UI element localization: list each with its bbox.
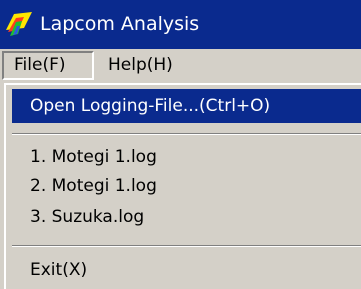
menu-bar: File(F) Help(H): [0, 49, 361, 83]
window-title: Lapcom Analysis: [40, 13, 200, 35]
menu-item-open-label: Open Logging-File...(Ctrl+O): [30, 96, 271, 116]
menu-item-exit[interactable]: Exit(X): [30, 256, 87, 284]
app-logo-icon: [4, 10, 34, 38]
application-window: Lapcom Analysis File(F) Help(H) Open Log…: [0, 0, 361, 289]
menu-separator: [12, 133, 361, 135]
title-bar[interactable]: Lapcom Analysis: [0, 0, 361, 49]
menu-separator: [12, 245, 361, 247]
recent-file-item-2[interactable]: 2. Motegi 1.log: [30, 172, 157, 200]
recent-file-item-3[interactable]: 3. Suzuka.log: [30, 203, 144, 231]
recent-file-item-1[interactable]: 1. Motegi 1.log: [30, 143, 157, 171]
menu-help[interactable]: Help(H): [108, 53, 173, 78]
menu-file[interactable]: File(F): [2, 51, 94, 80]
